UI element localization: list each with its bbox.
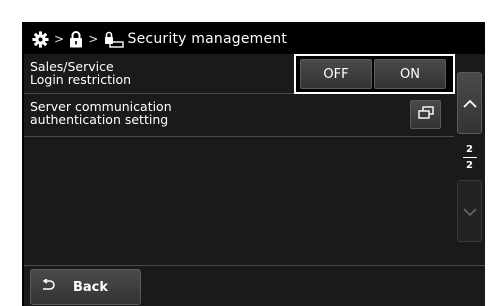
page-current: 2 — [466, 143, 473, 155]
title-bar: > > Security management — [24, 24, 485, 54]
row-login-restriction: Sales/Service Login restriction OFF ON — [24, 54, 455, 94]
page-title: Security management — [127, 31, 288, 47]
return-arrow-icon — [41, 278, 55, 295]
page-scroller: 2 2 — [454, 72, 482, 242]
lock-icon[interactable] — [69, 30, 83, 48]
chevron-up-icon — [462, 94, 477, 113]
label-line-2: authentication setting — [30, 112, 169, 127]
breadcrumb-separator: > — [54, 32, 65, 46]
lock-key-icon — [104, 31, 124, 48]
window-icon — [417, 105, 434, 124]
breadcrumb-separator: > — [88, 32, 99, 46]
scroll-up-button[interactable] — [457, 72, 482, 134]
label-line-2: Login restriction — [30, 72, 132, 87]
row-server-auth: Server communication authentication sett… — [24, 95, 454, 137]
server-auth-open-button[interactable] — [410, 100, 441, 129]
server-auth-label: Server communication authentication sett… — [30, 100, 172, 126]
login-restriction-toggle: OFF ON — [294, 54, 455, 94]
security-management-screen: > > Security management Sales/Service Lo… — [22, 22, 485, 306]
back-label: Back — [73, 279, 109, 295]
chevron-down-icon — [462, 202, 477, 221]
footer-divider — [24, 265, 485, 266]
back-button[interactable]: Back — [30, 269, 141, 305]
page-indicator: 2 2 — [457, 136, 482, 178]
toggle-on-button[interactable]: ON — [374, 59, 446, 89]
page-divider — [462, 156, 477, 158]
gear-icon[interactable] — [32, 30, 49, 48]
login-restriction-label: Sales/Service Login restriction — [30, 60, 131, 86]
page-total: 2 — [466, 159, 473, 171]
scroll-down-button[interactable] — [457, 180, 482, 242]
toggle-off-button[interactable]: OFF — [300, 59, 372, 89]
